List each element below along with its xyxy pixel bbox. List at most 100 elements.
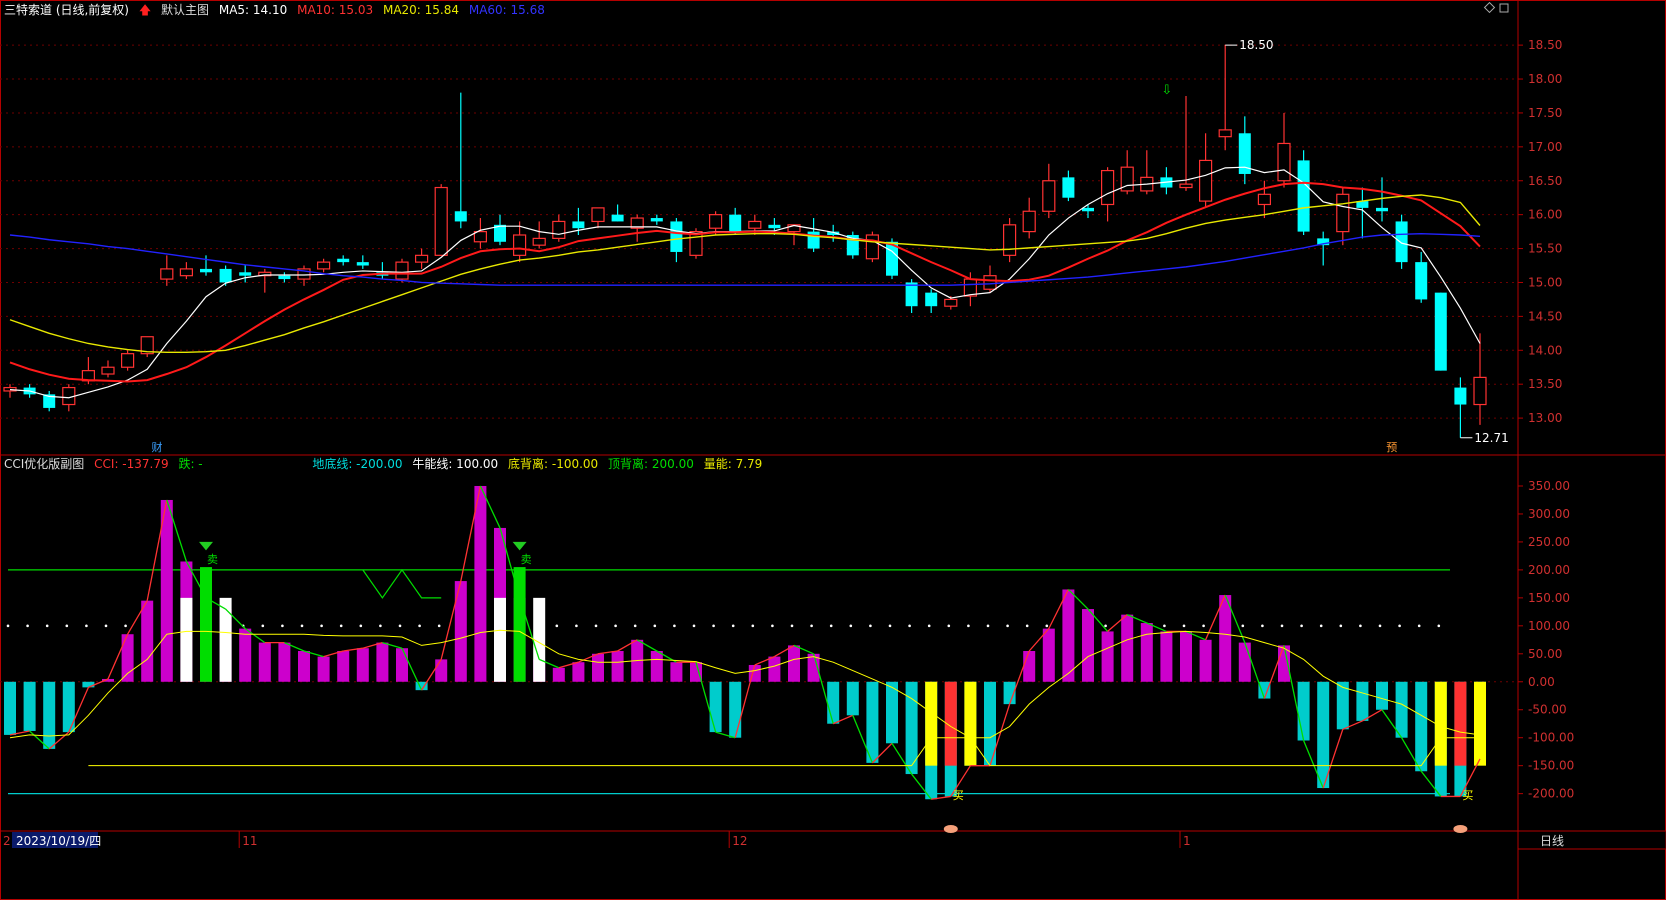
price-tick-label: 15.00 xyxy=(1528,275,1562,289)
candle-body xyxy=(729,214,742,232)
candle-body xyxy=(925,292,938,307)
candle-body xyxy=(748,220,762,229)
cci-bar xyxy=(474,485,487,682)
candle-body xyxy=(395,261,409,280)
bull-line-dot xyxy=(692,624,696,628)
cci-bar xyxy=(376,642,389,682)
cci-bar xyxy=(1199,639,1212,682)
cci-bar xyxy=(709,681,722,733)
candle-body xyxy=(865,234,880,260)
bull-line-dot xyxy=(849,624,853,628)
bull-line-dot xyxy=(320,624,323,628)
sell-zone-bar xyxy=(219,597,232,682)
bull-line-dot xyxy=(967,624,970,628)
month-label: 1 xyxy=(1183,834,1191,848)
candle-body xyxy=(1082,207,1094,212)
cci-bar xyxy=(239,628,252,682)
bull-line-dot xyxy=(731,624,735,628)
extreme-price-label: 12.71 xyxy=(1474,431,1508,445)
bull-line-dot xyxy=(359,624,363,628)
bull-line-dot xyxy=(1359,624,1362,628)
cci-bar xyxy=(768,656,781,682)
sell-zone-bar xyxy=(494,597,506,682)
bull-line-dot xyxy=(65,624,69,628)
candle-body xyxy=(1395,221,1408,263)
bull-line-dot xyxy=(1045,624,1049,628)
bull-line-dot xyxy=(1241,624,1245,628)
cci-bar xyxy=(886,681,898,744)
candle-body xyxy=(1434,292,1447,371)
bull-line-dot xyxy=(673,624,676,628)
cci-bar xyxy=(572,662,585,682)
cci-bar xyxy=(298,651,310,682)
bull-line-dot xyxy=(888,624,892,628)
candle-body xyxy=(807,231,820,249)
window-icon xyxy=(1499,3,1509,13)
cci-tick-label: -200.00 xyxy=(1528,787,1574,801)
cci-bar xyxy=(1376,681,1388,710)
bottom-divergence-line xyxy=(88,737,1480,767)
sell-zone-bar xyxy=(200,567,212,682)
cci-bar xyxy=(356,648,369,682)
candle-body xyxy=(1042,180,1056,212)
candle-body xyxy=(415,254,429,263)
bull-line-dot xyxy=(908,624,911,628)
cci-bar xyxy=(337,651,350,682)
candle-body xyxy=(1218,129,1232,138)
candle-body xyxy=(708,214,723,229)
candle-body xyxy=(1454,387,1467,405)
sell-label: 卖 xyxy=(521,553,532,566)
bull-line-dot xyxy=(1319,624,1323,628)
cci-bar xyxy=(592,653,604,682)
candle-body xyxy=(434,186,448,256)
bull-line-dot xyxy=(300,624,304,628)
bull-line-dot xyxy=(1339,624,1343,628)
buy-label: 买 xyxy=(1462,789,1473,802)
cci-bar xyxy=(23,681,36,731)
cci-bar xyxy=(1140,623,1153,682)
cci-bar xyxy=(435,659,448,682)
bull-line-dot xyxy=(1163,624,1166,628)
date-axis-start-label: 2 xyxy=(3,834,11,848)
bull-line-dot xyxy=(1261,624,1264,628)
bull-line-dot xyxy=(1025,624,1029,628)
candle-body xyxy=(454,211,467,222)
cci-bar xyxy=(1297,681,1310,741)
cci-tick-label: -50.00 xyxy=(1528,703,1567,717)
stock-chart[interactable]: 13.00 13.50 14.00 14.50 15.00 15.50 16.00 16.50… xyxy=(0,0,1666,900)
sell-gem-icon xyxy=(512,541,527,551)
buy-zone-bar xyxy=(964,681,977,766)
cci-bar xyxy=(1160,631,1173,682)
bull-line-dot xyxy=(947,624,951,628)
bull-line-dot xyxy=(771,624,774,628)
bull-line-dot xyxy=(751,624,755,628)
cci-bar xyxy=(1023,651,1036,682)
cci-bar xyxy=(43,681,56,749)
cci-bar xyxy=(4,681,16,735)
candle-body xyxy=(944,298,958,307)
cci-bar xyxy=(1219,595,1232,682)
candle-body xyxy=(552,220,566,239)
sell-gem-icon xyxy=(199,541,213,551)
cursor-date-label: 2023/10/19/四 xyxy=(16,834,101,848)
price-tick-label: 17.50 xyxy=(1528,106,1562,120)
bull-line-dot xyxy=(26,624,29,628)
cci-bar xyxy=(141,600,154,682)
cci-bar xyxy=(1121,614,1134,682)
cci-bar xyxy=(258,642,271,682)
candle-body xyxy=(473,231,487,243)
candle-body xyxy=(1062,177,1075,198)
buy-zone-bar xyxy=(1474,681,1486,766)
bull-line-dot xyxy=(790,624,794,628)
bull-line-dot xyxy=(437,624,441,628)
candle-body xyxy=(317,261,331,270)
sell-arrow-icon: ⇩ xyxy=(1161,83,1172,98)
bull-line-dot xyxy=(1398,624,1401,628)
cci-tick-label: 350.00 xyxy=(1528,479,1570,493)
candle-body xyxy=(983,275,997,290)
bull-line-dot xyxy=(124,624,127,628)
cci-bar xyxy=(611,651,624,682)
buy-dot-icon xyxy=(1453,825,1468,833)
period-label: 日线 xyxy=(1540,834,1564,848)
bull-line-dot xyxy=(379,624,382,628)
